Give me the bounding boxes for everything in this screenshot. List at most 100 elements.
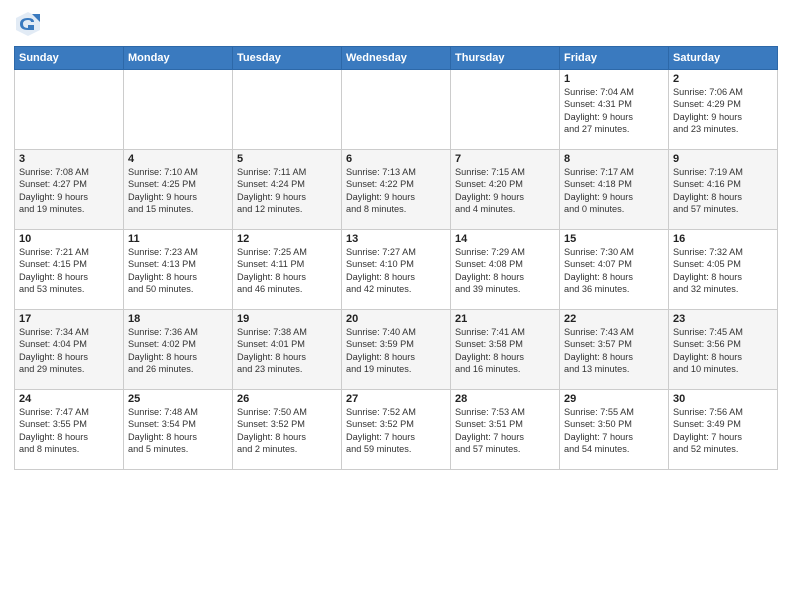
day-info: Sunrise: 7:50 AM Sunset: 3:52 PM Dayligh… [237, 406, 337, 456]
calendar-cell: 30Sunrise: 7:56 AM Sunset: 3:49 PM Dayli… [669, 390, 778, 470]
calendar-cell [15, 70, 124, 150]
calendar-cell: 26Sunrise: 7:50 AM Sunset: 3:52 PM Dayli… [233, 390, 342, 470]
calendar-cell: 17Sunrise: 7:34 AM Sunset: 4:04 PM Dayli… [15, 310, 124, 390]
calendar-cell: 3Sunrise: 7:08 AM Sunset: 4:27 PM Daylig… [15, 150, 124, 230]
day-info: Sunrise: 7:29 AM Sunset: 4:08 PM Dayligh… [455, 246, 555, 296]
day-number: 16 [673, 233, 773, 245]
calendar-cell: 4Sunrise: 7:10 AM Sunset: 4:25 PM Daylig… [124, 150, 233, 230]
calendar-week-row: 24Sunrise: 7:47 AM Sunset: 3:55 PM Dayli… [15, 390, 778, 470]
day-number: 27 [346, 393, 446, 405]
day-info: Sunrise: 7:21 AM Sunset: 4:15 PM Dayligh… [19, 246, 119, 296]
day-number: 20 [346, 313, 446, 325]
day-info: Sunrise: 7:19 AM Sunset: 4:16 PM Dayligh… [673, 166, 773, 216]
calendar-cell: 13Sunrise: 7:27 AM Sunset: 4:10 PM Dayli… [342, 230, 451, 310]
day-number: 1 [564, 73, 664, 85]
day-number: 11 [128, 233, 228, 245]
calendar-weekday-monday: Monday [124, 47, 233, 70]
day-info: Sunrise: 7:55 AM Sunset: 3:50 PM Dayligh… [564, 406, 664, 456]
calendar-weekday-sunday: Sunday [15, 47, 124, 70]
day-info: Sunrise: 7:13 AM Sunset: 4:22 PM Dayligh… [346, 166, 446, 216]
day-number: 10 [19, 233, 119, 245]
calendar-cell: 25Sunrise: 7:48 AM Sunset: 3:54 PM Dayli… [124, 390, 233, 470]
day-number: 6 [346, 153, 446, 165]
calendar-week-row: 1Sunrise: 7:04 AM Sunset: 4:31 PM Daylig… [15, 70, 778, 150]
day-number: 9 [673, 153, 773, 165]
day-info: Sunrise: 7:40 AM Sunset: 3:59 PM Dayligh… [346, 326, 446, 376]
day-number: 8 [564, 153, 664, 165]
day-number: 5 [237, 153, 337, 165]
day-number: 4 [128, 153, 228, 165]
day-info: Sunrise: 7:34 AM Sunset: 4:04 PM Dayligh… [19, 326, 119, 376]
page: SundayMondayTuesdayWednesdayThursdayFrid… [0, 0, 792, 612]
day-info: Sunrise: 7:23 AM Sunset: 4:13 PM Dayligh… [128, 246, 228, 296]
calendar-week-row: 10Sunrise: 7:21 AM Sunset: 4:15 PM Dayli… [15, 230, 778, 310]
calendar-cell [451, 70, 560, 150]
day-info: Sunrise: 7:53 AM Sunset: 3:51 PM Dayligh… [455, 406, 555, 456]
day-number: 29 [564, 393, 664, 405]
day-number: 3 [19, 153, 119, 165]
day-info: Sunrise: 7:06 AM Sunset: 4:29 PM Dayligh… [673, 86, 773, 136]
calendar-cell: 19Sunrise: 7:38 AM Sunset: 4:01 PM Dayli… [233, 310, 342, 390]
calendar-cell [233, 70, 342, 150]
calendar-cell: 14Sunrise: 7:29 AM Sunset: 4:08 PM Dayli… [451, 230, 560, 310]
day-number: 15 [564, 233, 664, 245]
day-info: Sunrise: 7:43 AM Sunset: 3:57 PM Dayligh… [564, 326, 664, 376]
calendar-cell: 5Sunrise: 7:11 AM Sunset: 4:24 PM Daylig… [233, 150, 342, 230]
calendar-cell: 15Sunrise: 7:30 AM Sunset: 4:07 PM Dayli… [560, 230, 669, 310]
calendar-cell: 1Sunrise: 7:04 AM Sunset: 4:31 PM Daylig… [560, 70, 669, 150]
calendar-cell: 18Sunrise: 7:36 AM Sunset: 4:02 PM Dayli… [124, 310, 233, 390]
day-number: 23 [673, 313, 773, 325]
calendar-cell: 10Sunrise: 7:21 AM Sunset: 4:15 PM Dayli… [15, 230, 124, 310]
calendar-week-row: 3Sunrise: 7:08 AM Sunset: 4:27 PM Daylig… [15, 150, 778, 230]
calendar-cell: 22Sunrise: 7:43 AM Sunset: 3:57 PM Dayli… [560, 310, 669, 390]
day-number: 13 [346, 233, 446, 245]
calendar-cell: 28Sunrise: 7:53 AM Sunset: 3:51 PM Dayli… [451, 390, 560, 470]
day-number: 26 [237, 393, 337, 405]
calendar-weekday-wednesday: Wednesday [342, 47, 451, 70]
day-number: 18 [128, 313, 228, 325]
day-info: Sunrise: 7:04 AM Sunset: 4:31 PM Dayligh… [564, 86, 664, 136]
calendar-cell: 23Sunrise: 7:45 AM Sunset: 3:56 PM Dayli… [669, 310, 778, 390]
day-number: 19 [237, 313, 337, 325]
day-info: Sunrise: 7:08 AM Sunset: 4:27 PM Dayligh… [19, 166, 119, 216]
calendar-header-row: SundayMondayTuesdayWednesdayThursdayFrid… [15, 47, 778, 70]
day-number: 28 [455, 393, 555, 405]
day-info: Sunrise: 7:36 AM Sunset: 4:02 PM Dayligh… [128, 326, 228, 376]
day-number: 17 [19, 313, 119, 325]
day-number: 14 [455, 233, 555, 245]
day-info: Sunrise: 7:30 AM Sunset: 4:07 PM Dayligh… [564, 246, 664, 296]
day-info: Sunrise: 7:17 AM Sunset: 4:18 PM Dayligh… [564, 166, 664, 216]
day-number: 24 [19, 393, 119, 405]
calendar-cell: 11Sunrise: 7:23 AM Sunset: 4:13 PM Dayli… [124, 230, 233, 310]
calendar-cell: 29Sunrise: 7:55 AM Sunset: 3:50 PM Dayli… [560, 390, 669, 470]
day-number: 7 [455, 153, 555, 165]
day-number: 22 [564, 313, 664, 325]
day-number: 2 [673, 73, 773, 85]
calendar-weekday-friday: Friday [560, 47, 669, 70]
day-info: Sunrise: 7:52 AM Sunset: 3:52 PM Dayligh… [346, 406, 446, 456]
day-info: Sunrise: 7:47 AM Sunset: 3:55 PM Dayligh… [19, 406, 119, 456]
day-number: 12 [237, 233, 337, 245]
calendar-cell [342, 70, 451, 150]
calendar-cell: 8Sunrise: 7:17 AM Sunset: 4:18 PM Daylig… [560, 150, 669, 230]
day-info: Sunrise: 7:38 AM Sunset: 4:01 PM Dayligh… [237, 326, 337, 376]
calendar-cell: 21Sunrise: 7:41 AM Sunset: 3:58 PM Dayli… [451, 310, 560, 390]
calendar-cell: 27Sunrise: 7:52 AM Sunset: 3:52 PM Dayli… [342, 390, 451, 470]
calendar-weekday-thursday: Thursday [451, 47, 560, 70]
day-info: Sunrise: 7:10 AM Sunset: 4:25 PM Dayligh… [128, 166, 228, 216]
calendar-table: SundayMondayTuesdayWednesdayThursdayFrid… [14, 46, 778, 470]
calendar-cell: 6Sunrise: 7:13 AM Sunset: 4:22 PM Daylig… [342, 150, 451, 230]
calendar-cell: 12Sunrise: 7:25 AM Sunset: 4:11 PM Dayli… [233, 230, 342, 310]
day-info: Sunrise: 7:41 AM Sunset: 3:58 PM Dayligh… [455, 326, 555, 376]
calendar-weekday-saturday: Saturday [669, 47, 778, 70]
logo [14, 10, 46, 38]
day-info: Sunrise: 7:25 AM Sunset: 4:11 PM Dayligh… [237, 246, 337, 296]
logo-icon [14, 10, 42, 38]
calendar-cell: 20Sunrise: 7:40 AM Sunset: 3:59 PM Dayli… [342, 310, 451, 390]
calendar-cell: 24Sunrise: 7:47 AM Sunset: 3:55 PM Dayli… [15, 390, 124, 470]
calendar-cell: 16Sunrise: 7:32 AM Sunset: 4:05 PM Dayli… [669, 230, 778, 310]
day-info: Sunrise: 7:56 AM Sunset: 3:49 PM Dayligh… [673, 406, 773, 456]
day-info: Sunrise: 7:27 AM Sunset: 4:10 PM Dayligh… [346, 246, 446, 296]
header [14, 10, 778, 38]
calendar-week-row: 17Sunrise: 7:34 AM Sunset: 4:04 PM Dayli… [15, 310, 778, 390]
